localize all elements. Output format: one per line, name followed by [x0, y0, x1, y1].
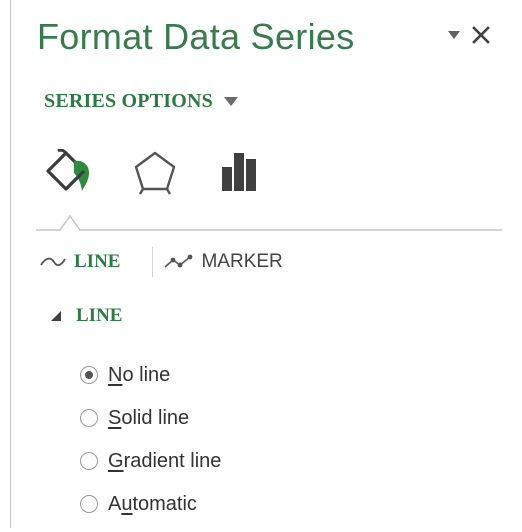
gradient-line-label: Gradient line	[108, 449, 222, 472]
subtab-divider	[152, 247, 154, 277]
no-line-label: No line	[108, 363, 171, 386]
option-gradient-line[interactable]: Gradient line	[80, 446, 221, 476]
paint-bucket-icon	[46, 149, 90, 191]
line-options-group: No line Solid line Gradient line Automat…	[80, 360, 221, 532]
solid-line-radio[interactable]	[80, 409, 98, 427]
pane-title: Format Data Series	[37, 16, 355, 57]
tab-series-options[interactable]	[216, 148, 266, 196]
automatic-label: Automatic	[108, 492, 197, 515]
gradient-line-radio[interactable]	[80, 452, 98, 470]
selected-tab-indicator	[36, 214, 502, 231]
format-category-tabs	[44, 148, 266, 196]
tab-effects[interactable]	[130, 148, 180, 196]
pane-options-dropdown[interactable]	[446, 27, 462, 43]
automatic-radio[interactable]	[80, 495, 98, 513]
solid-line-label: Solid line	[108, 406, 190, 429]
format-data-series-pane: Format Data Series SERIES OPTIONS LINE M…	[0, 0, 522, 528]
series-options-label: SERIES OPTIONS	[44, 90, 213, 112]
collapse-triangle-icon	[51, 311, 61, 321]
subtab-marker-label: MARKER	[201, 251, 283, 272]
close-icon	[472, 26, 490, 44]
pane-title-controls	[446, 22, 492, 48]
no-line-radio[interactable]	[80, 366, 98, 384]
line-marker-icon	[164, 254, 193, 268]
caret-down-icon	[223, 96, 238, 106]
pentagon-icon	[134, 151, 176, 195]
series-options-dropdown[interactable]: SERIES OPTIONS	[44, 90, 239, 113]
close-pane-button[interactable]	[470, 24, 492, 46]
bar-chart-icon	[222, 153, 256, 191]
option-automatic[interactable]: Automatic	[80, 489, 221, 519]
line-icon	[40, 257, 66, 266]
tab-fill-line[interactable]	[44, 148, 94, 196]
option-no-line[interactable]: No line	[80, 360, 221, 390]
line-section-title: LINE	[76, 305, 123, 326]
caret-down-icon	[448, 31, 460, 39]
subtab-marker[interactable]: MARKER	[163, 246, 283, 278]
line-marker-subtabs: LINE MARKER	[40, 246, 283, 278]
subtab-line[interactable]: LINE	[40, 246, 120, 278]
line-section-toggle[interactable]: LINE	[50, 302, 122, 330]
subtab-line-label: LINE	[74, 251, 121, 272]
pane-left-border	[10, 0, 11, 528]
option-solid-line[interactable]: Solid line	[80, 403, 221, 433]
